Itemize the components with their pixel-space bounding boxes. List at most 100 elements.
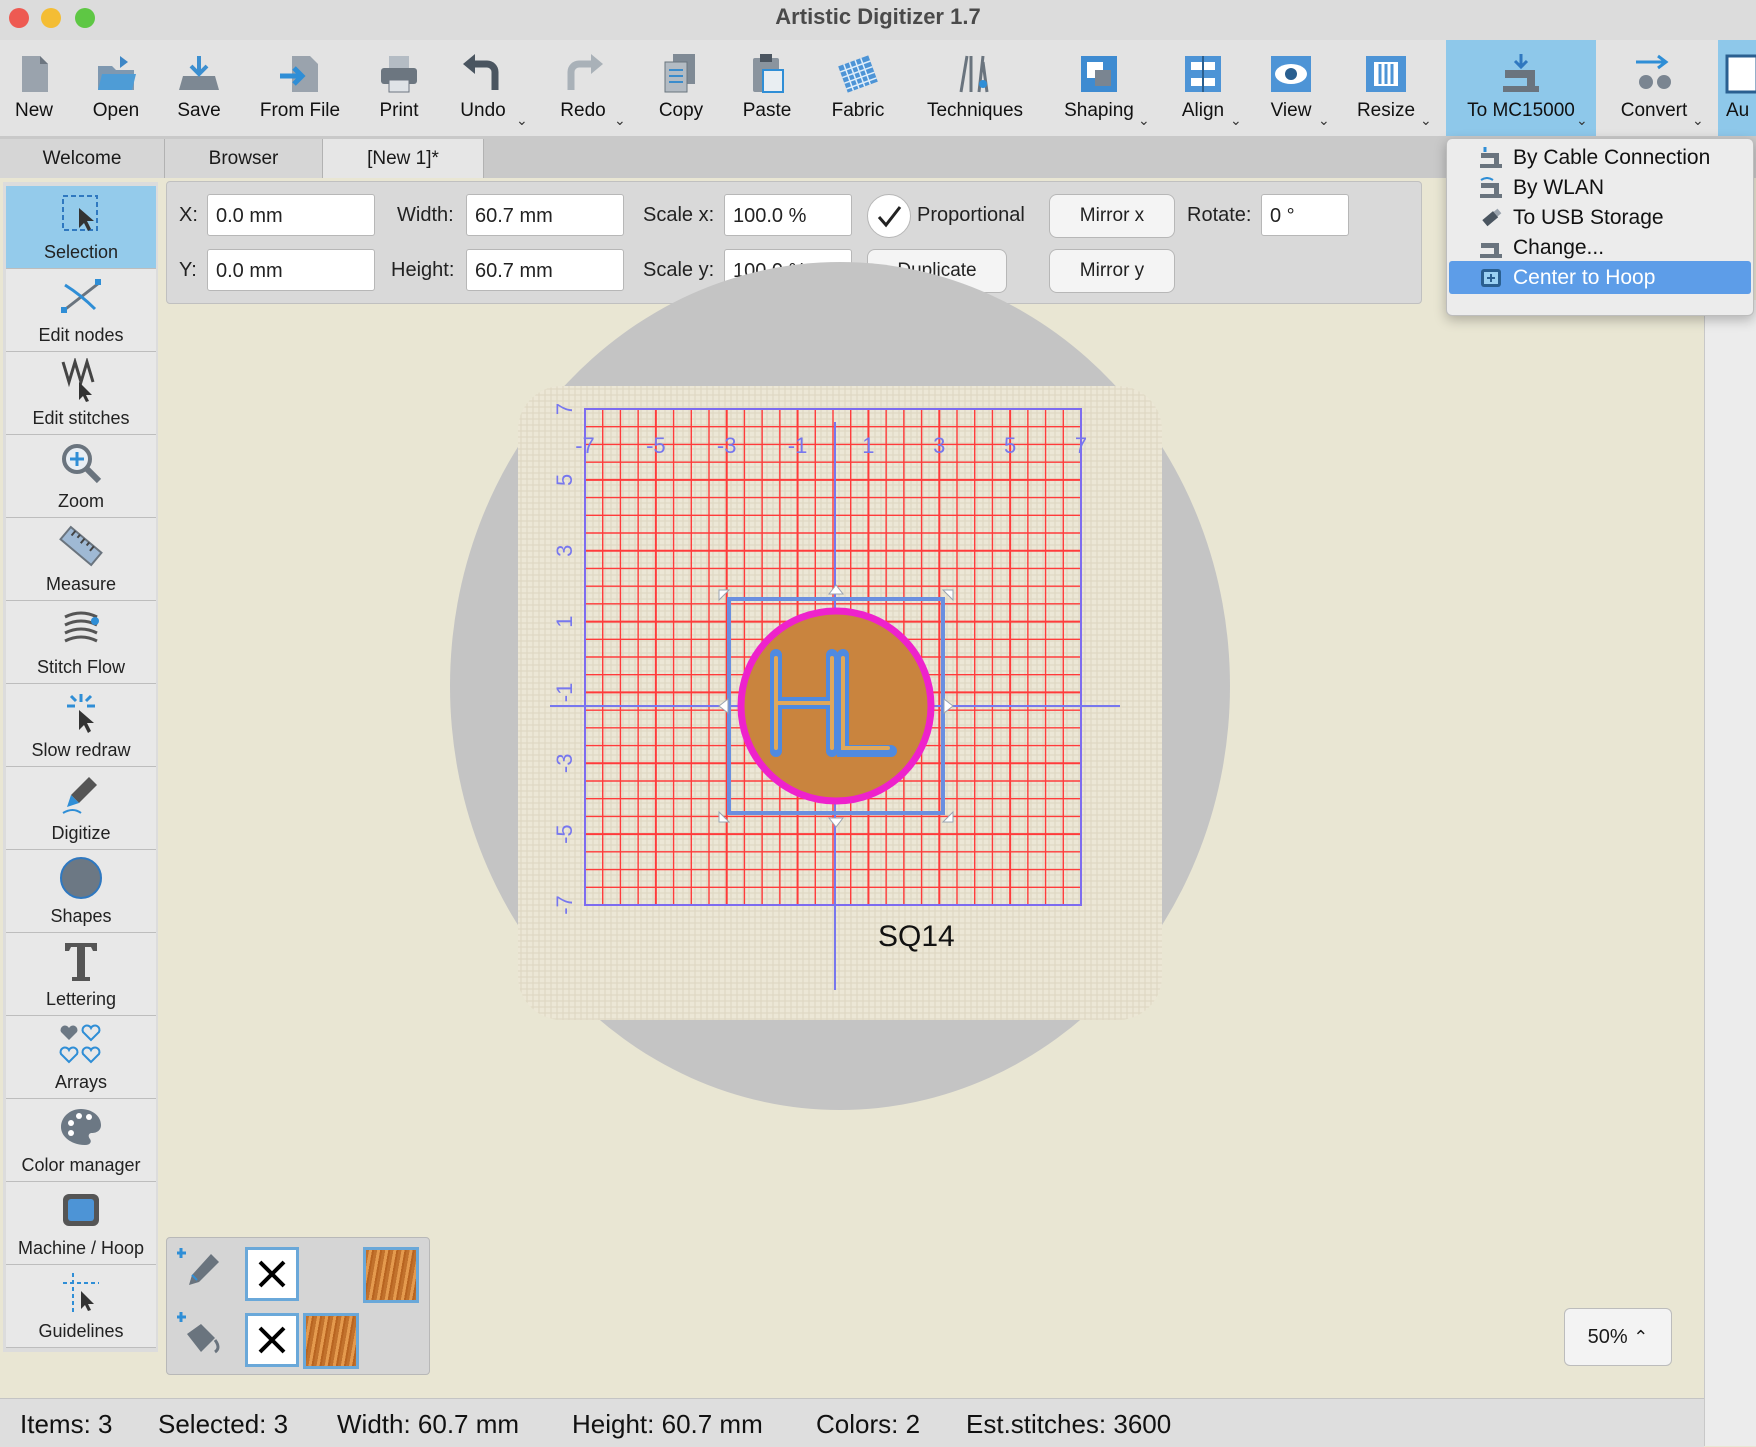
machine-wlan-icon [1480, 177, 1502, 198]
to-machine-dropdown-menu: By Cable Connection By WLAN To USB Stora… [1446, 138, 1754, 316]
tab-new-1[interactable]: [New 1]* [323, 139, 484, 178]
tool-measure[interactable]: Measure [6, 518, 156, 601]
fill-color-none-swatch[interactable] [245, 1313, 299, 1367]
outline-color-pen-icon[interactable] [177, 1246, 223, 1294]
view-eye-icon [1271, 56, 1311, 92]
auto-button[interactable]: Au [1718, 40, 1756, 136]
to-machine-button[interactable]: To MC15000 [1446, 40, 1596, 136]
undo-button[interactable]: Undo [448, 40, 518, 136]
zoom-magnifier-icon [62, 444, 102, 484]
guidelines-icon [63, 1273, 99, 1313]
scale-x-field[interactable]: 100.0 % [724, 194, 852, 236]
zoom-level-control[interactable]: 50% ⌃ [1564, 1308, 1672, 1366]
from-file-button[interactable]: From File [252, 40, 348, 136]
menu-item-change[interactable]: Change... [1449, 231, 1751, 264]
align-button[interactable]: Align [1168, 40, 1238, 136]
shaping-button[interactable]: Shaping [1054, 40, 1144, 136]
x-tick-label: -7 [575, 433, 595, 458]
outline-thread-swatch[interactable] [363, 1247, 419, 1303]
status-bar: Items: 3 Selected: 3 Width: 60.7 mm Heig… [0, 1398, 1704, 1447]
copy-button[interactable]: Copy [646, 40, 716, 136]
tool-digitize[interactable]: Digitize [6, 767, 156, 850]
save-button[interactable]: Save [166, 40, 232, 136]
to-machine-chevron-icon[interactable]: ⌄ [1576, 112, 1588, 129]
import-file-icon [280, 56, 318, 92]
tool-machine-hoop[interactable]: Machine / Hoop [6, 1182, 156, 1265]
tool-zoom[interactable]: Zoom [6, 435, 156, 518]
menu-item-by-cable[interactable]: By Cable Connection [1449, 141, 1751, 174]
app-title: Artistic Digitizer 1.7 [775, 4, 981, 29]
y-tick-label: -1 [552, 683, 577, 703]
design-canvas[interactable]: -7 -5 -3 -1 1 3 5 7 7 5 3 1 -1 -3 -5 -7 SQ14 [440, 260, 1280, 1180]
convert-icon [1636, 54, 1671, 89]
techniques-button[interactable]: Techniques [918, 40, 1032, 136]
mirror-x-button[interactable]: Mirror x [1049, 194, 1175, 238]
menu-item-center-to-hoop[interactable]: Center to Hoop [1449, 261, 1751, 294]
shaping-chevron-icon[interactable]: ⌄ [1138, 112, 1150, 129]
new-file-icon [22, 56, 48, 92]
edit-stitches-icon [61, 358, 95, 402]
selection-arrow-icon [62, 195, 98, 231]
outline-color-none-swatch[interactable] [245, 1247, 299, 1301]
copy-icon [664, 54, 695, 93]
open-button[interactable]: Open [80, 40, 152, 136]
tool-edit-stitches[interactable]: Edit stitches [6, 352, 156, 435]
tool-color-manager[interactable]: Color manager [6, 1099, 156, 1182]
tab-welcome[interactable]: Welcome [0, 139, 165, 178]
printer-icon [381, 56, 417, 93]
y-label: Y: [179, 259, 197, 281]
convert-button[interactable]: Convert [1612, 40, 1696, 136]
fabric-button[interactable]: Fabric [818, 40, 898, 136]
stitch-flow-icon [64, 611, 99, 643]
tab-browser[interactable]: Browser [165, 139, 323, 178]
tool-shapes[interactable]: Shapes [6, 850, 156, 933]
width-label: Width: [397, 204, 454, 226]
undo-history-chevron-icon[interactable]: ⌄ [516, 112, 528, 129]
width-field[interactable]: 60.7 mm [466, 194, 624, 236]
palette-icon [61, 1109, 101, 1145]
paste-button[interactable]: Paste [732, 40, 802, 136]
tool-lettering[interactable]: Lettering [6, 933, 156, 1016]
fill-color-bucket-icon[interactable] [177, 1310, 223, 1360]
y-tick-label: -5 [552, 824, 577, 844]
convert-chevron-icon[interactable]: ⌄ [1692, 112, 1704, 129]
redo-button[interactable]: Redo [548, 40, 618, 136]
menu-item-by-wlan[interactable]: By WLAN [1449, 171, 1751, 204]
tool-arrays[interactable]: Arrays [6, 1016, 156, 1099]
status-items: Items: 3 [20, 1409, 113, 1439]
resize-icon [1366, 56, 1406, 92]
x-tick-label: 3 [933, 433, 945, 458]
view-chevron-icon[interactable]: ⌄ [1318, 112, 1330, 129]
redo-history-chevron-icon[interactable]: ⌄ [614, 112, 626, 129]
shaping-icon [1081, 56, 1117, 92]
tool-stitch-flow[interactable]: Stitch Flow [6, 601, 156, 684]
tool-slow-redraw[interactable]: Slow redraw [6, 684, 156, 767]
y-tick-label: 3 [552, 545, 577, 557]
slow-redraw-icon [67, 694, 95, 733]
print-button[interactable]: Print [366, 40, 432, 136]
rotate-field[interactable]: 0 ° [1261, 194, 1349, 236]
resize-button[interactable]: Resize [1350, 40, 1422, 136]
proportional-checkbox[interactable] [867, 194, 911, 238]
tool-edit-nodes[interactable]: Edit nodes [6, 269, 156, 352]
y-field[interactable]: 0.0 mm [207, 249, 375, 291]
checkmark-icon [877, 206, 902, 228]
tool-selection[interactable]: Selection [6, 186, 156, 269]
undo-icon [463, 54, 499, 90]
fill-thread-swatch[interactable] [303, 1313, 359, 1369]
open-folder-icon [98, 56, 136, 90]
view-button[interactable]: View [1258, 40, 1324, 136]
status-stitches: Est.stitches: 3600 [966, 1409, 1172, 1439]
new-button[interactable]: New [4, 40, 64, 136]
x-tick-label: 1 [862, 433, 874, 458]
x-field[interactable]: 0.0 mm [207, 194, 375, 236]
status-colors: Colors: 2 [816, 1409, 921, 1439]
align-chevron-icon[interactable]: ⌄ [1230, 112, 1242, 129]
resize-chevron-icon[interactable]: ⌄ [1420, 112, 1432, 129]
tool-guidelines[interactable]: Guidelines [6, 1265, 156, 1348]
menu-item-to-usb[interactable]: To USB Storage [1449, 201, 1751, 234]
x-tick-label: -1 [788, 433, 808, 458]
save-icon [179, 56, 219, 90]
hoop-icon [63, 1194, 99, 1226]
y-tick-label: 1 [552, 615, 577, 627]
